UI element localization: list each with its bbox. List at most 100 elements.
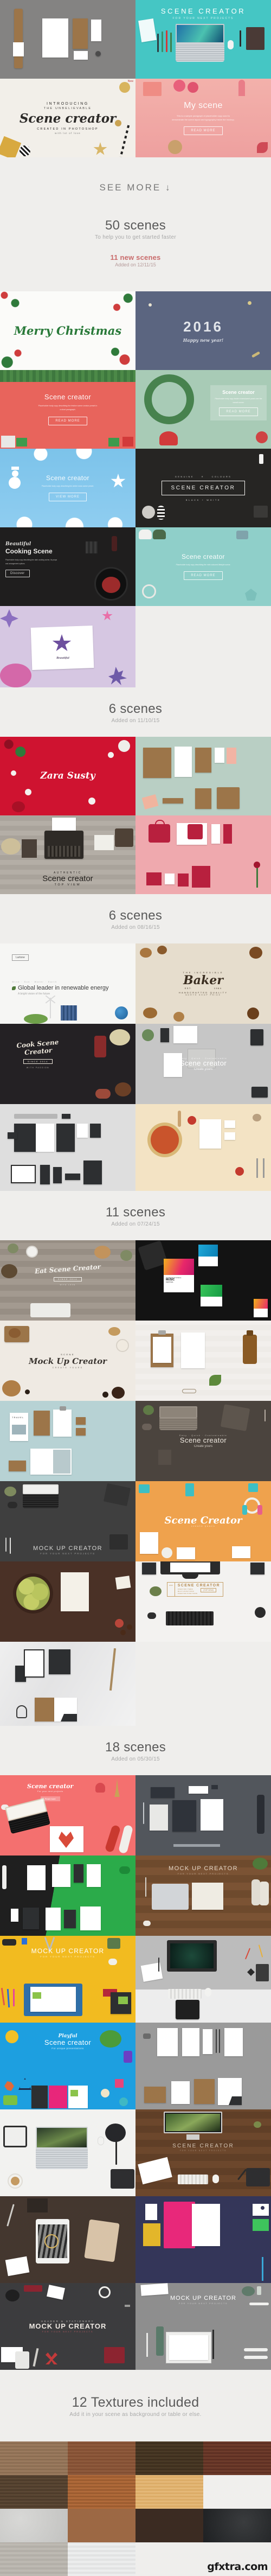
- scene-tile-wreath-mint-scene[interactable]: Scene creator Placeholder body copy insi…: [136, 370, 271, 449]
- texture-swatch[interactable]: [68, 2475, 136, 2509]
- scene-title: Scene creator: [42, 873, 93, 883]
- scene-title: Scene creator: [46, 474, 89, 482]
- scene-tile-white-desk-macbook[interactable]: [0, 2109, 136, 2196]
- scene-tile-mockup-creator-dark-desk[interactable]: MOCK UP CREATOR FOR YOUR NEXT PROJECTS: [0, 1481, 136, 1561]
- scene-tile-playful-blue-scene[interactable]: Playful Scene creator For unique present…: [0, 2023, 136, 2109]
- scene-year: 1964: [214, 987, 222, 990]
- scene-grid-7: [0, 1104, 271, 1191]
- texture-swatch[interactable]: [68, 2441, 136, 2475]
- scene-tile-renewable-energy-scene[interactable]: Lartone Wind · Sun · Water · Earth Globa…: [0, 943, 136, 1024]
- divider-batch-5: 18 scenes Added on 05/30/15: [0, 1726, 271, 1775]
- scene-cta-button[interactable]: READ MORE: [219, 407, 258, 416]
- scene-title: 2016: [183, 318, 223, 335]
- scene-title: Scene creator: [44, 393, 92, 401]
- scene-tile-stationery-grey-flatlay[interactable]: [0, 0, 136, 79]
- texture-swatch[interactable]: [203, 2441, 271, 2475]
- scene-title: Global leader in renewable energy: [18, 985, 109, 991]
- scene-cta-button[interactable]: VIEW MORE: [48, 492, 87, 501]
- scene-tile-grey-desk-scene[interactable]: Easy · Quick · Customizable Scene creato…: [136, 1024, 271, 1104]
- scene-tile-red-christmas-scene[interactable]: Scene creator Placeholder body copy desc…: [0, 370, 136, 449]
- scene-tile-cooking-scene-dark[interactable]: Beautiful Cooking Scene Placeholder body…: [0, 527, 136, 606]
- scene-tile-dark-desk-scene-creator[interactable]: Easy · Quick · Customizable Scene creato…: [136, 1401, 271, 1481]
- scene-tile-mint-sport-flatlay[interactable]: Scene creator Placeholder body copy desc…: [136, 527, 271, 606]
- texture-swatch[interactable]: [0, 2509, 68, 2542]
- scene-tile-eat-scene-creator-wood[interactable]: Eat Scene Creator SINCE 2014 WITH LOVE: [0, 1240, 136, 1321]
- scene-tile-header-stationery-dark[interactable]: HEADER & STATIONERY MOCK UP CREATOR FOR …: [0, 2283, 136, 2370]
- scene-tile-dark-grey-stationery[interactable]: [136, 1775, 271, 1856]
- scene-subtitle: FOR YOUR NEXT PROJECTS: [40, 1955, 95, 1958]
- scene-tile-ipad-leather-desk[interactable]: [0, 2196, 136, 2283]
- scene-tile-wacom-grey-workspace[interactable]: [136, 1936, 271, 2023]
- scene-tile-pink-handbag-branding[interactable]: [136, 815, 271, 894]
- scene-tile-teal-desk-laptop[interactable]: SCENE CREATOR FOR YOUR NEXT PROJECTS: [136, 0, 271, 79]
- scene-title: MOCK UP CREATOR: [33, 1545, 102, 1552]
- see-more-label[interactable]: SEE MORE ↓: [0, 182, 271, 193]
- scene-tile-coral-laptop-scene[interactable]: Scene creator For your next projects Rea…: [0, 1775, 136, 1856]
- scene-tile-snowman-blue-scene[interactable]: Scene creator Placeholder body copy desc…: [0, 449, 136, 527]
- texture-swatch[interactable]: [68, 2542, 136, 2576]
- scene-cta-button[interactable]: READ MORE: [184, 126, 223, 135]
- scene-tile-orange-scene-creator[interactable]: Scene Creator create yours: [136, 1481, 271, 1561]
- scene-tile-lilac-starfish-card[interactable]: Beautiful: [0, 606, 136, 687]
- scene-kicker: Easy · Quick · Customizable: [179, 1057, 228, 1060]
- batch-3-date: Added on 08/16/15: [111, 924, 160, 930]
- see-more-text: SEE MORE: [99, 182, 162, 193]
- scene-tile-zara-susty-roses[interactable]: Zara Susty: [0, 737, 136, 815]
- scene-tile-mockup-creator-yellow[interactable]: MOCK UP CREATOR FOR YOUR NEXT PROJECTS: [0, 1936, 136, 2023]
- scene-tile-incredible-baker-scene[interactable]: THE INCREDIBLE Baker EST. 1964 HANDCRAFT…: [136, 943, 271, 1024]
- texture-swatch[interactable]: [136, 2509, 203, 2542]
- scene-tile-mint-leather-stationery[interactable]: [136, 737, 271, 815]
- scene-tile-black-stationery-light[interactable]: [0, 1104, 136, 1191]
- batch-2-date: Added on 11/10/15: [111, 718, 160, 724]
- scene-tile-introducing-hero[interactable]: INTRODUCING THE UNBELIEVABLE Scene creat…: [0, 79, 136, 157]
- scene-title: Cooking Scene: [5, 547, 53, 555]
- scene-body: Placeholder body copy describing the dar…: [5, 559, 57, 565]
- texture-swatch[interactable]: [136, 2542, 203, 2576]
- scene-tile-pizza-branding-scene[interactable]: [136, 1104, 271, 1191]
- scene-cta-button[interactable]: Read more: [40, 1796, 60, 1801]
- batch-4-count: 11 scenes: [105, 1205, 166, 1220]
- scene-tile-architect-grey-desk[interactable]: MOCK UP CREATOR FOR YOUR NEXT PROJECTS: [136, 2283, 271, 2370]
- scene-kicker-2: THE UNBELIEVABLE: [43, 106, 92, 110]
- texture-swatch[interactable]: [68, 2509, 136, 2542]
- scene-cta-button[interactable]: READ MORE: [48, 416, 87, 425]
- texture-swatch[interactable]: [136, 2475, 203, 2509]
- scene-cta-button[interactable]: READ MORE: [184, 571, 223, 580]
- scene-cta-button[interactable]: Discover: [5, 570, 30, 578]
- scene-tile-cook-scene-creator-dark[interactable]: Cook Scene Creator SINCE 2014 WITH PASSI…: [0, 1024, 136, 1104]
- texture-swatch[interactable]: [0, 2441, 68, 2475]
- scene-tile-marble-stationery[interactable]: [0, 1642, 136, 1726]
- scene-tile-clipboard-juice-white[interactable]: [136, 1321, 271, 1401]
- scene-title: Mock Up Creator: [28, 1356, 107, 1366]
- texture-swatch[interactable]: [203, 2509, 271, 2542]
- scene-tile-navy-folder-branding[interactable]: [136, 2196, 271, 2283]
- scene-tile-new-year-2016[interactable]: 2016 Happy new year!: [136, 291, 271, 370]
- scene-body: Placeholder body copy describing the fes…: [38, 405, 98, 411]
- scene-tile-apples-letterhead-wood[interactable]: [0, 1561, 136, 1642]
- texture-swatch[interactable]: [203, 2475, 271, 2509]
- scene-tile-travel-magazine-mint[interactable]: TRAVEL: [0, 1401, 136, 1481]
- new-scene-count: 11 new scenes: [110, 253, 161, 262]
- scene-subtitle: Happy new year!: [183, 337, 224, 343]
- scene-tile-scene-creator-topview-ticket[interactable]: 2016 SCENE CREATOR OVER 300 ITEMS MULTI-…: [136, 1561, 271, 1642]
- scene-grid-11: [0, 1642, 271, 1726]
- scene-tile-mockup-creator-bakery[interactable]: SCENE Mock Up Creator CREATE YOURS: [0, 1321, 136, 1401]
- scene-grid-14: SCENE CREATOR FOR YOUR NEXT PROJECTS: [0, 2109, 271, 2283]
- scene-tile-merry-christmas-greens[interactable]: Merry Christmas: [0, 291, 136, 370]
- ticket-badge: [TOP VIEW]: [201, 1588, 216, 1592]
- batch-3-count: 6 scenes: [108, 908, 163, 923]
- texture-swatch[interactable]: [0, 2475, 68, 2509]
- scene-tile-typewriter-top-view[interactable]: AUTHENTIC Scene creator TOP VIEW: [0, 815, 136, 894]
- scene-tile-music-festival-posters[interactable]: INTERNATIONAL MUSIC FESTIVAL: [136, 1240, 271, 1321]
- scene-tile-green-black-branding[interactable]: [0, 1856, 136, 1936]
- divider-batch-4: 11 scenes Added on 07/24/15: [0, 1191, 271, 1240]
- scene-subtitle: For your next projects: [37, 1790, 63, 1793]
- scene-tile-imac-wood-scene-creator[interactable]: SCENE CREATOR FOR YOUR NEXT PROJECTS: [136, 2109, 271, 2196]
- scene-tile-pink-fashion-flatlay[interactable]: My scene This is a sample paragraph of p…: [136, 79, 271, 157]
- texture-swatch[interactable]: [136, 2441, 203, 2475]
- scene-tile-mockup-creator-wood-desk[interactable]: MOCK UP CREATOR FOR YOUR NEXT PROJECTS: [136, 1856, 271, 1936]
- empty-filler: [136, 1642, 271, 1726]
- scene-tile-black-white-chalkboard[interactable]: GENUINE ✳ COLOURS SCENE CREATOR BLACK + …: [136, 449, 271, 527]
- scene-tile-grey-kraft-stationery[interactable]: [136, 2023, 271, 2109]
- texture-swatch[interactable]: [0, 2542, 68, 2576]
